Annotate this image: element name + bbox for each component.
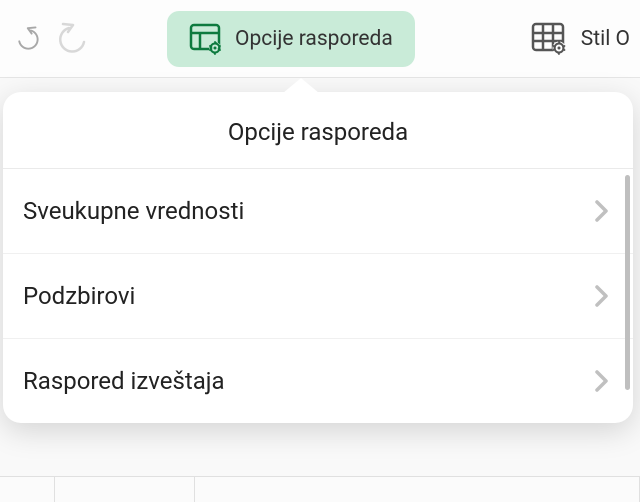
layout-options-label: Opcije rasporeda xyxy=(235,27,393,51)
style-button[interactable]: Stil O xyxy=(517,12,630,66)
spreadsheet-row-peek xyxy=(0,476,640,502)
toolbar-undo-redo-group xyxy=(10,15,97,63)
undo-button[interactable] xyxy=(10,17,44,61)
menu-item-label: Raspored izveštaja xyxy=(23,367,225,395)
popup-header: Opcije rasporeda xyxy=(3,92,633,169)
undo-icon xyxy=(10,22,44,56)
menu-item-label: Sveukupne vrednosti xyxy=(23,197,244,225)
menu-item-grand-totals[interactable]: Sveukupne vrednosti xyxy=(3,169,633,254)
redo-icon xyxy=(56,22,90,56)
scrollbar-thumb[interactable] xyxy=(625,175,630,390)
popup-menu-list: Sveukupne vrednosti Podzbirovi Raspored … xyxy=(3,169,633,423)
menu-item-subtotals[interactable]: Podzbirovi xyxy=(3,254,633,339)
chevron-right-icon xyxy=(595,200,609,222)
style-grid-icon xyxy=(531,22,567,56)
layout-options-popup: Opcije rasporeda Sveukupne vrednosti Pod… xyxy=(3,92,633,423)
redo-button[interactable] xyxy=(49,15,97,63)
toolbar: Opcije rasporeda Stil O xyxy=(0,0,640,78)
popup-title: Opcije rasporeda xyxy=(3,118,633,146)
menu-item-label: Podzbirovi xyxy=(23,282,135,310)
layout-options-button[interactable]: Opcije rasporeda xyxy=(167,11,415,67)
layout-options-icon xyxy=(189,23,223,55)
menu-item-report-layout[interactable]: Raspored izveštaja xyxy=(3,339,633,423)
style-label: Stil O xyxy=(581,27,630,51)
chevron-right-icon xyxy=(595,285,609,307)
chevron-right-icon xyxy=(595,370,609,392)
